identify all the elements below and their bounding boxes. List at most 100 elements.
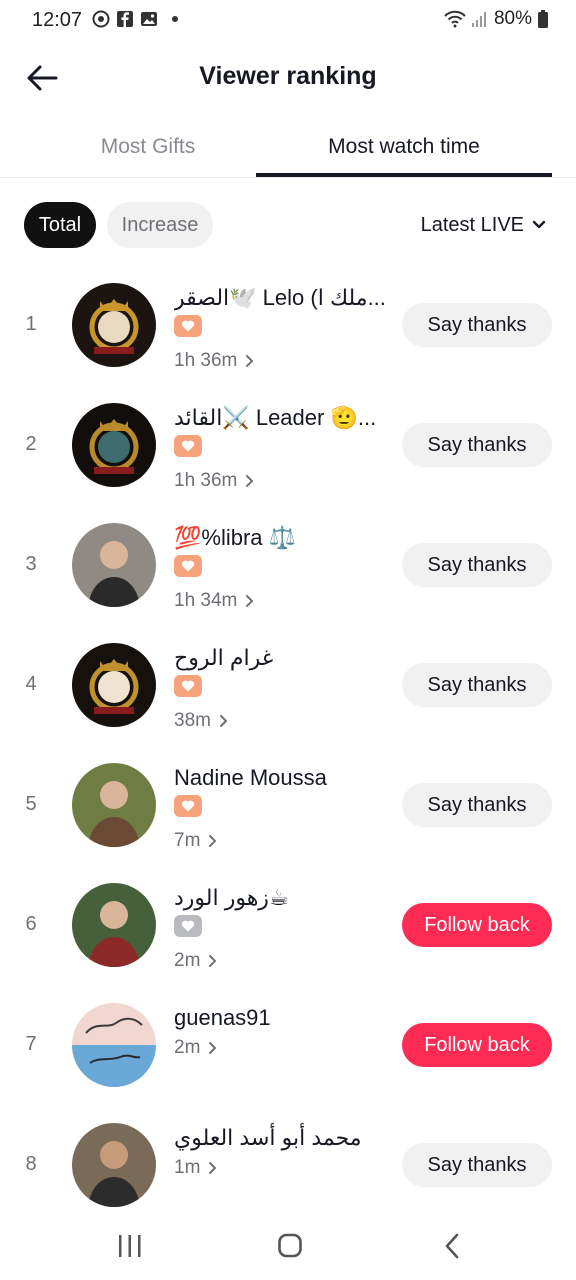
viewer-level-badge	[174, 315, 202, 337]
avatar[interactable]	[72, 283, 156, 367]
rank-number: 6	[25, 913, 37, 935]
viewer-info: محمد أبو أسد العلوي 1m	[174, 1123, 390, 1181]
avatar[interactable]	[72, 1003, 156, 1087]
system-back-button[interactable]	[432, 1230, 472, 1262]
chevron-right-icon	[209, 955, 217, 967]
back-icon	[445, 1233, 459, 1259]
viewer-row: 4 غرام الروح 38m Say thanks	[0, 625, 576, 745]
rank-number: 3	[25, 553, 37, 575]
battery-level: 80%	[493, 8, 532, 29]
watch-duration-value: 1h 36m	[174, 470, 238, 491]
page-title: Viewer ranking	[199, 62, 377, 90]
viewer-name[interactable]: guenas91	[174, 1003, 390, 1033]
viewer-name[interactable]: زهور الورد☕	[174, 883, 390, 913]
status-time: 12:07	[32, 9, 83, 31]
status-right: 80%	[444, 8, 548, 30]
say-thanks-button[interactable]: Say thanks	[402, 783, 552, 827]
tab-most-watch-time[interactable]: Most watch time	[256, 118, 552, 178]
tab-most-gifts[interactable]: Most Gifts	[0, 118, 296, 178]
watch-duration-value: 2m	[174, 1037, 201, 1058]
say-thanks-button[interactable]: Say thanks	[402, 1143, 552, 1187]
active-tab-indicator	[256, 173, 552, 177]
viewer-info: القائد⚔️ Leader 🫡... 1h 36m	[174, 403, 390, 494]
viewer-info: غرام الروح 38m	[174, 643, 390, 734]
viewer-row: 7 guenas91 2m Follow back	[0, 985, 576, 1105]
header: Viewer ranking	[0, 48, 576, 108]
rank-number: 2	[25, 433, 37, 455]
chevron-right-icon	[209, 1162, 217, 1174]
viewer-list: 1 الصقر🕊️ Lelo (ملك ا... 1h 36m Say thanks 2…	[0, 265, 576, 1225]
watch-duration[interactable]: 7m	[174, 828, 390, 854]
chevron-right-icon	[246, 355, 254, 367]
whatsapp-icon	[92, 10, 110, 28]
watch-duration[interactable]: 38m	[174, 708, 390, 734]
filter-chip-increase[interactable]: Increase	[107, 202, 213, 248]
system-nav-bar	[0, 1212, 576, 1280]
avatar[interactable]	[72, 1123, 156, 1207]
recent-apps-icon	[119, 1235, 141, 1257]
viewer-info: Nadine Moussa 7m	[174, 763, 390, 854]
gallery-icon	[141, 12, 157, 26]
viewer-level-badge	[174, 555, 202, 577]
viewer-level-badge	[174, 915, 202, 937]
viewer-info: زهور الورد☕ 2m	[174, 883, 390, 974]
battery-icon	[538, 10, 548, 28]
recent-apps-button[interactable]	[110, 1230, 150, 1262]
follow-back-button[interactable]: Follow back	[402, 1023, 552, 1067]
avatar[interactable]	[72, 523, 156, 607]
chevron-right-icon	[246, 475, 254, 487]
viewer-row: 8 محمد أبو أسد العلوي 1m Say thanks	[0, 1105, 576, 1225]
chevron-right-icon	[209, 1042, 217, 1054]
say-thanks-button[interactable]: Say thanks	[402, 423, 552, 467]
say-thanks-button[interactable]: Say thanks	[402, 303, 552, 347]
watch-duration[interactable]: 1m	[174, 1155, 390, 1181]
viewer-row: 3 💯%libra ⚖️ 1h 34m Say thanks	[0, 505, 576, 625]
follow-back-button[interactable]: Follow back	[402, 903, 552, 947]
rank-number: 7	[25, 1033, 37, 1055]
viewer-row: 1 الصقر🕊️ Lelo (ملك ا... 1h 36m Say thanks	[0, 265, 576, 385]
watch-duration-value: 2m	[174, 950, 201, 971]
wifi-icon	[444, 10, 466, 28]
home-button[interactable]	[270, 1230, 310, 1262]
viewer-level-badge	[174, 435, 202, 457]
viewer-level-badge	[174, 675, 202, 697]
viewer-name[interactable]: غرام الروح	[174, 643, 390, 673]
signal-icon	[471, 12, 486, 27]
viewer-name[interactable]: 💯%libra ⚖️	[174, 523, 390, 553]
watch-duration[interactable]: 2m	[174, 948, 390, 974]
filter-bar: Total Increase Latest LIVE	[0, 200, 576, 252]
rank-number: 1	[25, 313, 37, 335]
status-notification-icons	[92, 10, 178, 28]
watch-duration-value: 1h 36m	[174, 350, 238, 371]
viewer-info: 💯%libra ⚖️ 1h 34m	[174, 523, 390, 614]
ranking-tabs: Most Gifts Most watch time	[0, 118, 576, 178]
watch-duration-value: 7m	[174, 830, 201, 851]
viewer-row: 2 القائد⚔️ Leader 🫡... 1h 36m Say thanks	[0, 385, 576, 505]
dropdown-label: Latest LIVE	[420, 214, 524, 236]
say-thanks-button[interactable]: Say thanks	[402, 543, 552, 587]
facebook-icon	[117, 11, 133, 27]
avatar[interactable]	[72, 763, 156, 847]
live-session-dropdown[interactable]: Latest LIVE	[421, 202, 546, 248]
viewer-info: guenas91 2m	[174, 1003, 390, 1061]
filter-chip-total[interactable]: Total	[24, 202, 96, 248]
watch-duration[interactable]: 1h 34m	[174, 588, 390, 614]
viewer-row: 6 زهور الورد☕ 2m Follow back	[0, 865, 576, 985]
viewer-name[interactable]: محمد أبو أسد العلوي	[174, 1123, 390, 1153]
avatar[interactable]	[72, 403, 156, 487]
avatar[interactable]	[72, 643, 156, 727]
viewer-name[interactable]: الصقر🕊️ Lelo (ملك ا...	[174, 283, 390, 313]
watch-duration[interactable]: 1h 36m	[174, 468, 390, 494]
say-thanks-button[interactable]: Say thanks	[402, 663, 552, 707]
viewer-name[interactable]: القائد⚔️ Leader 🫡...	[174, 403, 390, 433]
rank-number: 4	[25, 673, 37, 695]
watch-duration[interactable]: 2m	[174, 1035, 390, 1061]
chevron-right-icon	[209, 835, 217, 847]
avatar[interactable]	[72, 883, 156, 967]
watch-duration[interactable]: 1h 36m	[174, 348, 390, 374]
rank-number: 5	[25, 793, 37, 815]
viewer-name[interactable]: Nadine Moussa	[174, 763, 390, 793]
status-bar: 12:07 80%	[0, 0, 576, 42]
chevron-right-icon	[219, 715, 227, 727]
watch-duration-value: 1m	[174, 1157, 201, 1178]
